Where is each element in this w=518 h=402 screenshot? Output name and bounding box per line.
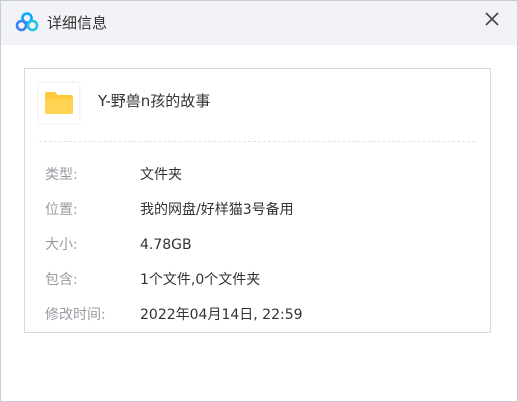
close-button[interactable] bbox=[477, 6, 507, 36]
contains-label: 包含: bbox=[45, 272, 78, 288]
detail-row-type: 类型: 文件夹 bbox=[45, 165, 475, 185]
title-bar: 详细信息 bbox=[1, 1, 517, 45]
dialog-title: 详细信息 bbox=[47, 14, 108, 32]
location-value: 我的网盘/好样猫3号备用 bbox=[140, 202, 294, 218]
size-label: 大小: bbox=[45, 237, 78, 253]
file-thumbnail bbox=[39, 83, 79, 123]
modified-time-value: 2022年04月14日, 22:59 bbox=[140, 307, 303, 323]
detail-row-location: 位置: 我的网盘/好样猫3号备用 bbox=[45, 200, 475, 220]
cloud-logo-icon bbox=[15, 12, 39, 32]
size-value: 4.78GB bbox=[140, 237, 192, 253]
folder-icon bbox=[44, 90, 74, 120]
type-value: 文件夹 bbox=[140, 167, 182, 183]
details-card: Y-野兽n孩的故事 类型: 文件夹 位置: 我的网盘/好样猫3号备用 大小: 4… bbox=[24, 68, 491, 333]
type-label: 类型: bbox=[45, 167, 78, 183]
details-dialog: 详细信息 Y-野兽n孩的故事 类型: 文件夹 位置: 我的网盘/好样猫3号备用 … bbox=[0, 0, 518, 402]
detail-row-size: 大小: 4.78GB bbox=[45, 235, 475, 255]
file-name: Y-野兽n孩的故事 bbox=[98, 92, 211, 110]
detail-row-modified: 修改时间: 2022年04月14日, 22:59 bbox=[45, 305, 475, 325]
divider bbox=[39, 141, 475, 142]
contains-value: 1个文件,0个文件夹 bbox=[140, 272, 261, 288]
modified-time-label: 修改时间: bbox=[45, 307, 106, 323]
detail-row-contains: 包含: 1个文件,0个文件夹 bbox=[45, 270, 475, 290]
location-label: 位置: bbox=[45, 202, 78, 218]
close-icon bbox=[484, 11, 500, 31]
